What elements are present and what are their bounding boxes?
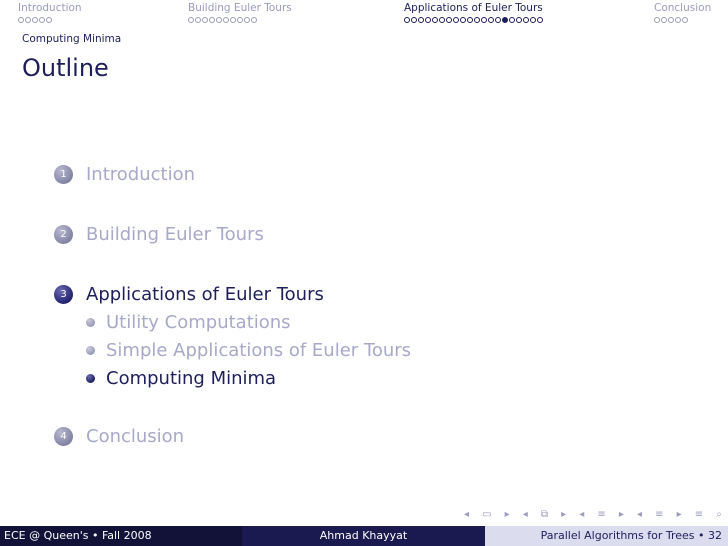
frame-dot-icon[interactable]: [509, 17, 515, 23]
nav-section-title[interactable]: Introduction: [18, 2, 82, 14]
section-navigation-bar: Introduction Building Euler Tours Applic…: [0, 0, 728, 54]
frame-dot-icon[interactable]: [439, 17, 445, 23]
nav-section-building-euler-tours[interactable]: Building Euler Tours: [188, 2, 292, 27]
nav-section-dots: [188, 17, 292, 27]
frame-dot-icon[interactable]: [418, 17, 424, 23]
nav-section-title[interactable]: Building Euler Tours: [188, 2, 292, 14]
footer-institution: ECE @ Queen's • Fall 2008: [0, 526, 242, 546]
subsection-next-icon[interactable]: ▸: [619, 509, 624, 521]
frame-dot-icon[interactable]: [202, 17, 208, 23]
bullet-icon: [86, 318, 95, 327]
frame-dot-icon[interactable]: [46, 17, 52, 23]
frame-dot-icon[interactable]: [39, 17, 45, 23]
outline-item-label: Introduction: [86, 164, 196, 185]
nav-section-conclusion[interactable]: Conclusion: [654, 2, 711, 27]
footer-title-page: Parallel Algorithms for Trees • 32: [485, 526, 728, 546]
frame-dot-icon[interactable]: [523, 17, 529, 23]
frame-dot-icon[interactable]: [668, 17, 674, 23]
frame-dot-icon[interactable]: [216, 17, 222, 23]
outline-subitem-utility-computations[interactable]: Utility Computations: [86, 312, 291, 333]
frame-title: Outline: [22, 54, 109, 82]
section-icon[interactable]: ≡: [655, 509, 663, 521]
nav-section-introduction[interactable]: Introduction: [18, 2, 82, 27]
frame-dot-icon[interactable]: [18, 17, 24, 23]
frame-dot-icon[interactable]: [453, 17, 459, 23]
slide-icon[interactable]: ▭: [482, 509, 491, 521]
outline-item-applications-of-euler-tours[interactable]: 3 Applications of Euler Tours: [54, 284, 324, 305]
frame-dot-icon[interactable]: [516, 17, 522, 23]
section-number-ball: 1: [54, 165, 73, 184]
outline-item-label: Conclusion: [86, 426, 185, 447]
frame-dot-icon[interactable]: [682, 17, 688, 23]
section-number-ball: 3: [54, 285, 73, 304]
frame-dot-icon[interactable]: [195, 17, 201, 23]
outline-subitem-label: Simple Applications of Euler Tours: [106, 340, 412, 361]
nav-section-title[interactable]: Conclusion: [654, 2, 711, 14]
frame-dot-icon[interactable]: [675, 17, 681, 23]
outline-item-building-euler-tours[interactable]: 2 Building Euler Tours: [54, 224, 264, 245]
frame-dot-icon[interactable]: [237, 17, 243, 23]
navigation-symbols: ◂ ▭ ▸ ◂ ⧉ ▸ ◂ ≡ ▸ ◂ ≡ ▸ ≡ ⌕: [464, 508, 722, 522]
frame-icon[interactable]: ⧉: [541, 509, 548, 521]
outline-subitem-label: Utility Computations: [106, 312, 291, 333]
outline-subitem-simple-applications[interactable]: Simple Applications of Euler Tours: [86, 340, 411, 361]
frame-next-icon[interactable]: ▸: [561, 509, 566, 521]
nav-section-title[interactable]: Applications of Euler Tours: [404, 2, 543, 14]
footer-author: Ahmad Khayyat: [242, 526, 485, 546]
nav-section-dots: [404, 17, 543, 27]
frame-dot-icon[interactable]: [460, 17, 466, 23]
slide-prev-icon[interactable]: ◂: [464, 509, 469, 521]
align-icon[interactable]: ≡: [695, 509, 703, 521]
subsection-prev-icon[interactable]: ◂: [579, 509, 584, 521]
outline-item-conclusion[interactable]: 4 Conclusion: [54, 426, 184, 447]
frame-dot-icon[interactable]: [488, 17, 494, 23]
frame-dot-icon[interactable]: [251, 17, 257, 23]
frame-dot-icon[interactable]: [467, 17, 473, 23]
frame-dot-icon[interactable]: [425, 17, 431, 23]
frame-dot-icon[interactable]: [411, 17, 417, 23]
section-number-ball: 2: [54, 225, 73, 244]
frame-dot-icon[interactable]: [474, 17, 480, 23]
nav-section-dots: [654, 17, 711, 27]
frame-dot-icon[interactable]: [530, 17, 536, 23]
bullet-icon: [86, 346, 95, 355]
frame-dot-icon[interactable]: [495, 17, 501, 23]
frame-dot-icon[interactable]: [244, 17, 250, 23]
frame-dot-icon[interactable]: [537, 17, 543, 23]
frame-dot-icon[interactable]: [481, 17, 487, 23]
frame-dot-icon[interactable]: [654, 17, 660, 23]
frame-dot-icon[interactable]: [446, 17, 452, 23]
frame-dot-icon[interactable]: [404, 17, 410, 23]
frame-dot-icon[interactable]: [432, 17, 438, 23]
section-prev-icon[interactable]: ◂: [637, 509, 642, 521]
frame-dot-icon[interactable]: [188, 17, 194, 23]
footer-bar: ECE @ Queen's • Fall 2008 Ahmad Khayyat …: [0, 526, 728, 546]
current-subsection-label[interactable]: Computing Minima: [22, 33, 121, 45]
slide-next-icon[interactable]: ▸: [505, 509, 510, 521]
frame-dot-icon[interactable]: [661, 17, 667, 23]
outline-subitem-label: Computing Minima: [106, 368, 277, 389]
frame-dot-icon[interactable]: [223, 17, 229, 23]
section-number-ball: 4: [54, 427, 73, 446]
bullet-icon: [86, 374, 95, 383]
outline-item-label: Building Euler Tours: [86, 224, 264, 245]
subsection-icon[interactable]: ≡: [597, 509, 605, 521]
nav-section-dots: [18, 17, 82, 27]
frame-dot-icon[interactable]: [209, 17, 215, 23]
outline-item-introduction[interactable]: 1 Introduction: [54, 164, 195, 185]
outline-subitem-computing-minima[interactable]: Computing Minima: [86, 368, 276, 389]
frame-dot-icon[interactable]: [32, 17, 38, 23]
frame-prev-icon[interactable]: ◂: [523, 509, 528, 521]
frame-dot-icon[interactable]: [502, 17, 508, 23]
section-next-icon[interactable]: ▸: [677, 509, 682, 521]
nav-section-applications-of-euler-tours[interactable]: Applications of Euler Tours: [404, 2, 543, 27]
search-icon[interactable]: ⌕: [716, 509, 722, 521]
frame-dot-icon[interactable]: [25, 17, 31, 23]
outline-item-label: Applications of Euler Tours: [86, 284, 324, 305]
frame-dot-icon[interactable]: [230, 17, 236, 23]
